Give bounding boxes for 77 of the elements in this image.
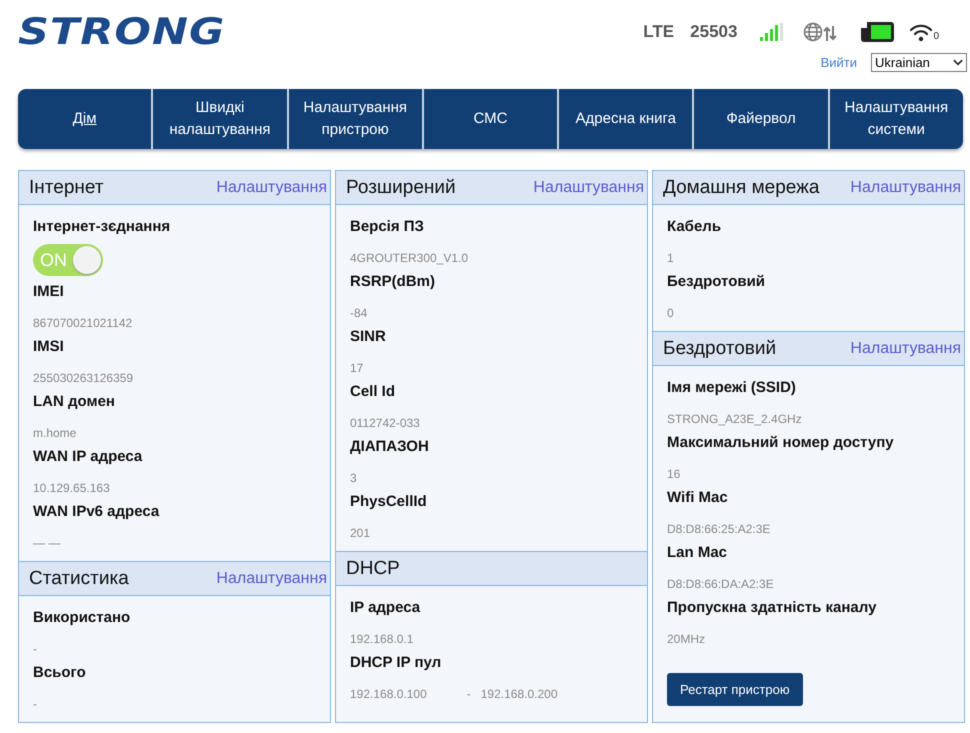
field-value: 192.168.0.100 [350, 686, 427, 702]
nav-tab[interactable]: СМС [422, 89, 558, 149]
field-value: -84 [350, 305, 368, 321]
field-value: 192.168.0.1 [350, 631, 414, 647]
field-value: — — [33, 535, 62, 551]
nav-tab[interactable]: Адресна книга [557, 89, 692, 149]
field-value: - [33, 641, 38, 657]
field-value: - [33, 696, 38, 712]
field-label: SINR [350, 327, 387, 347]
field-label: WAN IP адреса [33, 447, 144, 467]
wifi-icon [909, 22, 934, 42]
field-value: D8:D8:66:DA:A2:3E [667, 576, 775, 592]
field-label: Lan Mac [667, 543, 728, 563]
caret-icon [953, 59, 963, 66]
nav-tab[interactable]: Дім [18, 89, 152, 149]
field-value: 0112742-033 [350, 415, 421, 431]
panel-title: DHCP [346, 558, 400, 580]
logo: STRONG [18, 12, 226, 52]
field-value: 3 [350, 470, 358, 486]
field-value: m.home [33, 425, 78, 441]
field-label: Всього [33, 663, 87, 683]
range-separator: - [466, 686, 471, 702]
field-label: Максимальний номер доступу [667, 433, 895, 453]
nav-tab[interactable]: Швидкі налаштування [151, 89, 287, 149]
restart-button[interactable]: Рестарт пристрою [667, 673, 803, 706]
field-value: D8:D8:66:25:A2:3E [667, 521, 772, 537]
network-type: LTE [643, 22, 674, 42]
field-label: Використано [33, 608, 132, 628]
panel-title: Статистика [29, 568, 129, 590]
nav-tab[interactable]: Файервол [692, 89, 828, 149]
field-label: Імя мережі (SSID) [667, 378, 797, 398]
field-label: IMEI [33, 282, 65, 302]
language-select[interactable]: Ukrainian [871, 53, 967, 72]
panel-title: Домашня мережа [663, 176, 820, 198]
field-label: WAN IPv6 адреса [33, 502, 160, 522]
field-value: 10.129.65.163 [33, 480, 111, 496]
settings-link[interactable]: Налаштування [850, 178, 961, 196]
field-value: 4GROUTER300_V1.0 [350, 250, 470, 266]
field-label: IP адреса [350, 598, 422, 618]
client-count: 0 [933, 32, 939, 42]
settings-link[interactable]: Налаштування [850, 340, 961, 358]
field-value: 1 [667, 250, 675, 266]
field-value: STRONG_A23E_2.4GHz [667, 411, 803, 427]
field-label: RSRP(dBm) [350, 272, 436, 292]
battery-icon [861, 21, 894, 43]
panel-title: Розширений [346, 176, 456, 198]
field-label: LAN домен [33, 392, 116, 412]
field-label: ДІАПАЗОН [350, 437, 430, 457]
field-value: 255030263126359 [33, 370, 134, 386]
field-label: Cell Id [350, 382, 396, 402]
nav-tab[interactable]: Налаштування пристрою [286, 89, 422, 149]
signal-icon [760, 23, 784, 41]
settings-link[interactable]: Налаштування [216, 178, 327, 196]
field-value: 867070021021142 [33, 315, 134, 331]
field-label: PhysCellId [350, 492, 428, 512]
settings-link[interactable]: Налаштування [533, 178, 644, 196]
field-label: Інтернет-зєднання [33, 217, 172, 237]
field-label: Бездротовий [667, 272, 766, 292]
panel-title: Бездротовий [663, 338, 776, 360]
field-value: 16 [667, 466, 682, 482]
field-value: 192.168.0.200 [480, 686, 558, 702]
field-label: Wifi Mac [667, 488, 729, 508]
field-value: 20MHz [667, 631, 706, 647]
field-value: 17 [350, 360, 364, 376]
field-value: 201 [350, 525, 372, 541]
nav-tab[interactable]: Налаштування системи [828, 89, 963, 149]
logout-link[interactable]: Вийти [820, 55, 857, 70]
field-label: Версія ПЗ [350, 217, 425, 237]
field-label: DHCP IP пул [350, 653, 442, 673]
field-label: IMSI [33, 337, 65, 357]
field-label: Пропускна здатність каналу [667, 598, 878, 618]
panel-title: Інтернет [29, 176, 104, 198]
field-label: Кабель [667, 217, 722, 237]
operator-code: 25503 [690, 22, 738, 42]
settings-link[interactable]: Налаштування [216, 570, 327, 588]
globe-transfer-icon [803, 22, 838, 42]
field-value: 0 [667, 305, 675, 321]
